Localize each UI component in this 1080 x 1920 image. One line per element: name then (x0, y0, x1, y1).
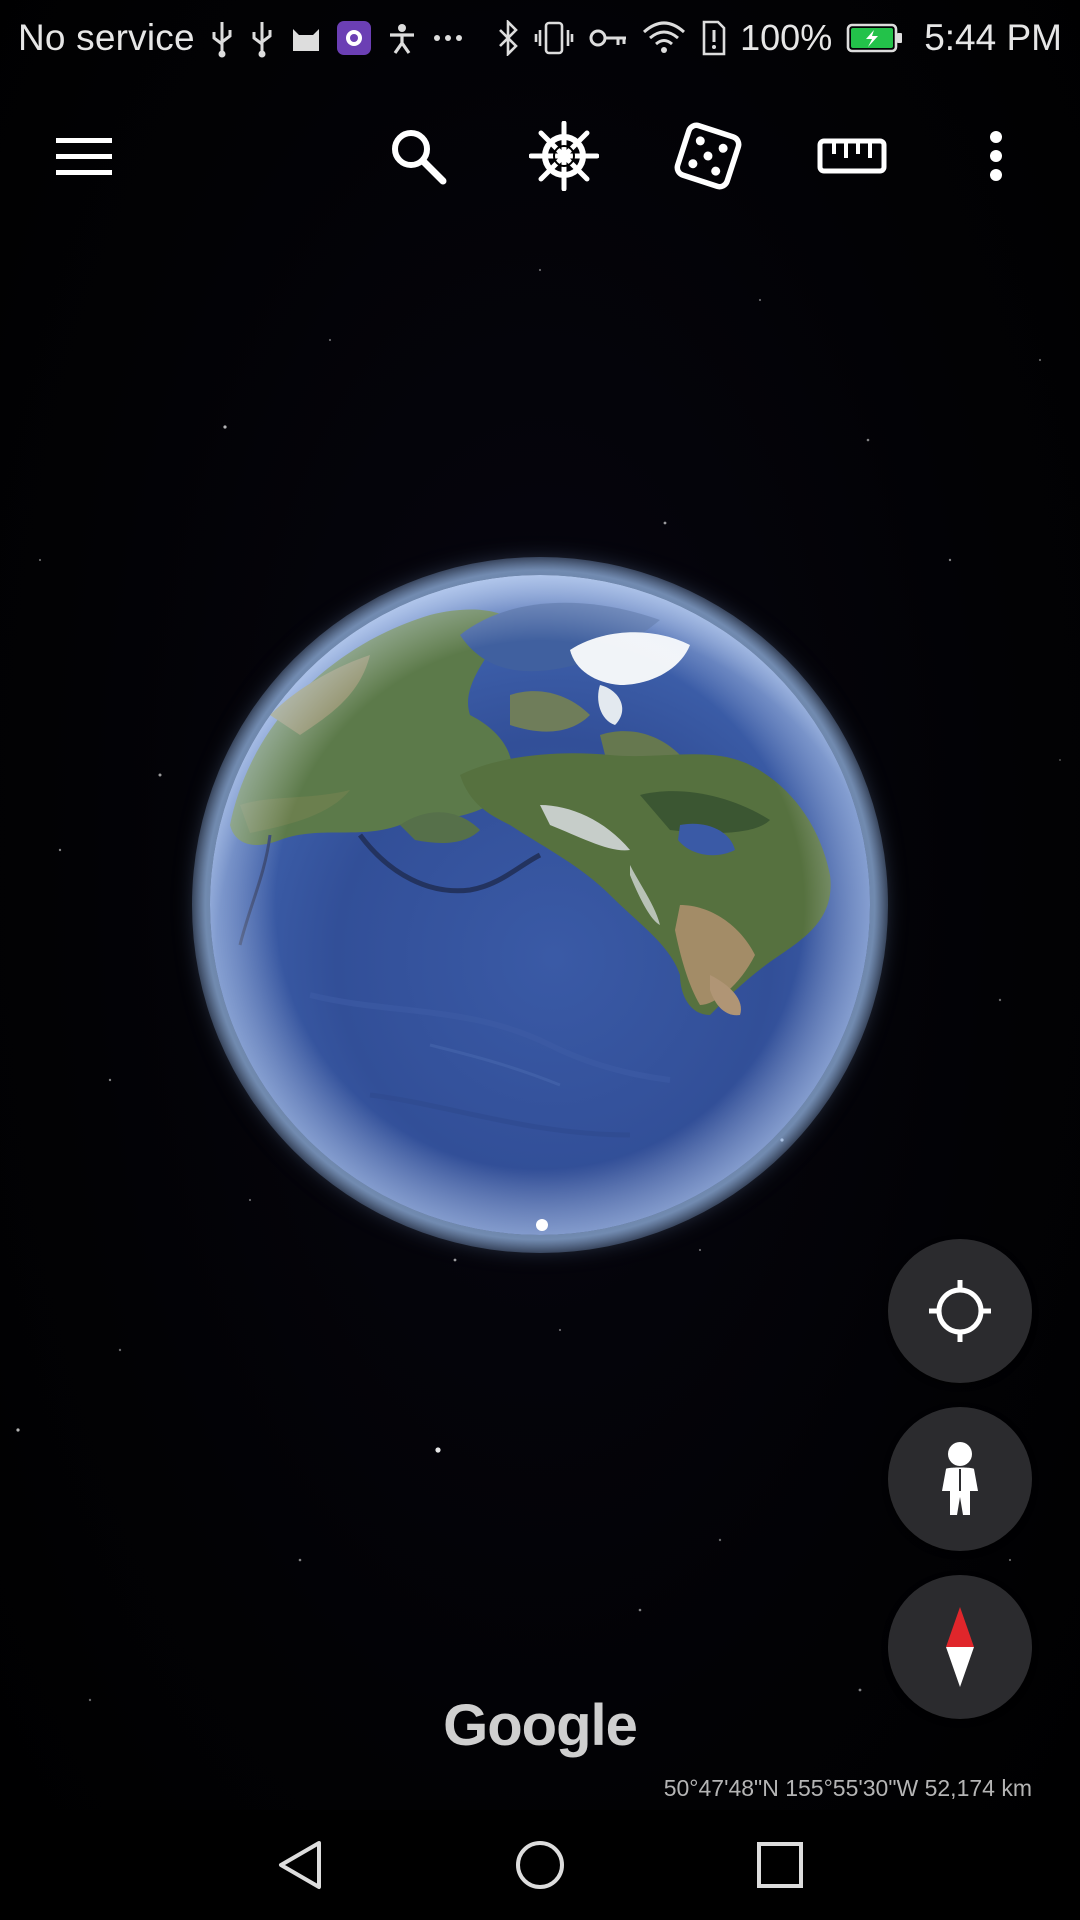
system-nav-bar (0, 1810, 1080, 1920)
bluetooth-icon (499, 20, 518, 56)
battery-charging-icon (846, 23, 903, 53)
usb-icon (212, 22, 232, 58)
globe-render (210, 575, 870, 1235)
app-badge-icon (336, 21, 371, 55)
accessibility-icon (389, 24, 414, 54)
more-dots-icon (433, 35, 462, 41)
cat-app-icon (292, 29, 319, 51)
top-toolbar (0, 96, 1080, 216)
street-view-button[interactable] (888, 1407, 1032, 1551)
vibrate-icon (534, 21, 574, 55)
home-button[interactable] (490, 1825, 590, 1905)
status-left: No service (18, 17, 463, 59)
home-icon (516, 1841, 564, 1889)
my-location-button[interactable] (888, 1239, 1032, 1383)
wifi-icon (643, 21, 686, 53)
voyager-button[interactable] (509, 96, 619, 216)
google-logo: Google (443, 1693, 638, 1758)
usb-icon (252, 22, 272, 58)
pegman-icon (942, 1442, 978, 1515)
menu-icon (56, 138, 112, 175)
recents-button[interactable] (730, 1825, 830, 1905)
carrier-label: No service (18, 17, 195, 58)
menu-button[interactable] (29, 96, 139, 216)
storage-alert-icon (702, 20, 726, 56)
coordinates-readout: 50°47'48"N 155°55'30"W 52,174 km (663, 1775, 1032, 1801)
status-right: 100% 5:44 PM (496, 17, 1062, 59)
back-icon (279, 1841, 321, 1889)
search-icon (392, 130, 447, 185)
voyager-wheel-icon (529, 121, 599, 191)
back-button[interactable] (250, 1825, 350, 1905)
feeling-lucky-button[interactable] (653, 96, 763, 216)
clock: 5:44 PM (924, 17, 1062, 58)
my-location-icon (929, 1280, 991, 1342)
battery-percent: 100% (740, 17, 833, 58)
google-earth-screen: No service 100% 5:44 PM Google 50°47'48"… (0, 0, 1080, 1920)
measure-button[interactable] (797, 96, 907, 216)
compass-icon (946, 1607, 974, 1687)
recents-icon (757, 1842, 803, 1888)
feeling-lucky-dice-icon (674, 122, 742, 190)
earth-globe[interactable] (192, 557, 888, 1253)
status-bar: No service 100% 5:44 PM (0, 0, 1080, 76)
measure-ruler-icon (817, 138, 887, 174)
globe-surface[interactable] (210, 575, 870, 1235)
overflow-menu-icon (990, 131, 1002, 181)
overflow-menu-button[interactable] (941, 96, 1051, 216)
vpn-key-icon (589, 29, 627, 47)
search-button[interactable] (363, 96, 473, 216)
